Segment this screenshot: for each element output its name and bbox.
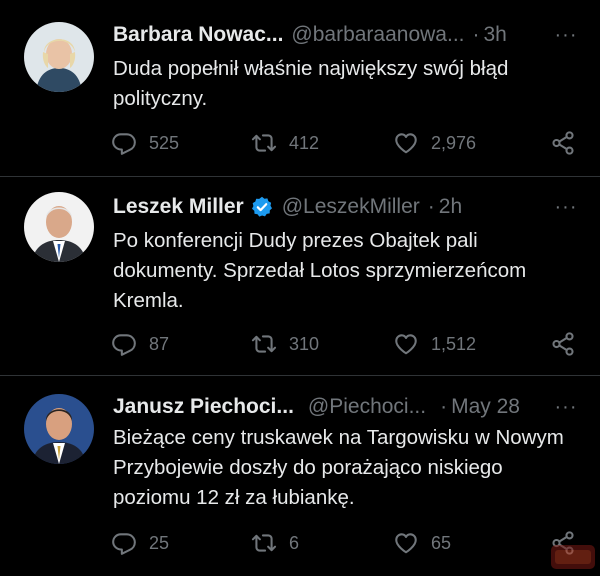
tweet-text: Bieżące ceny truskawek na Targowisku w N… [113, 426, 564, 509]
tweet[interactable]: Leszek Miller @LeszekMiller · 2h ··· Po … [0, 176, 600, 376]
avatar-image [24, 192, 94, 262]
action-bar: 25 6 65 [111, 528, 576, 558]
like-button[interactable]: 65 [393, 528, 451, 558]
author-handle[interactable]: @barbaraanowa... [291, 23, 464, 47]
avatar[interactable] [24, 22, 94, 92]
heart-icon [395, 334, 417, 355]
like-count: 65 [431, 532, 452, 553]
share-icon [552, 332, 574, 356]
separator-dot: · [427, 195, 435, 218]
watermark-logo [551, 545, 595, 569]
more-options-icon[interactable]: ··· [552, 193, 580, 221]
retweet-count: 412 [289, 132, 320, 153]
like-button[interactable]: 1,512 [393, 329, 476, 359]
reply-button[interactable]: 525 [111, 128, 179, 158]
avatar-image [24, 22, 94, 92]
author-name[interactable]: Leszek Miller [113, 195, 244, 219]
avatar-image [24, 394, 94, 464]
like-count: 2,976 [431, 132, 477, 153]
like-count: 1,512 [431, 333, 477, 354]
avatar[interactable] [24, 192, 94, 262]
separator-dot: · [440, 395, 448, 418]
reply-count: 25 [149, 532, 170, 553]
more-options-icon[interactable]: ··· [552, 21, 580, 49]
reply-icon [112, 334, 136, 356]
timestamp[interactable]: 2h [439, 195, 462, 219]
separator-dot: · [472, 23, 480, 46]
author-handle[interactable]: @Piechoci... [308, 395, 426, 419]
author-handle[interactable]: @LeszekMiller [282, 195, 420, 219]
tweet[interactable]: Barbara Nowac... @barbaraanowa... · 3h ·… [0, 0, 600, 176]
heart-icon [395, 533, 417, 554]
tweet-text: Po konferencji Dudy prezes Obajtek pali … [113, 229, 527, 312]
reply-button[interactable]: 87 [111, 329, 169, 359]
reply-icon [112, 133, 136, 155]
timestamp[interactable]: 3h [484, 23, 507, 47]
author-name[interactable]: Barbara Nowac... [113, 23, 283, 47]
action-bar: 87 310 1,512 [111, 329, 576, 359]
timeline: Barbara Nowac... @barbaraanowa... · 3h ·… [0, 0, 600, 576]
action-bar: 525 412 2,976 [111, 128, 576, 158]
reply-count: 525 [149, 132, 180, 153]
author-name[interactable]: Janusz Piechoci... [113, 395, 294, 419]
timestamp[interactable]: May 28 [451, 395, 520, 419]
reply-icon [112, 533, 136, 555]
retweet-icon [251, 335, 277, 353]
tweet-header: Leszek Miller @LeszekMiller · 2h ··· [113, 193, 580, 221]
tweet[interactable]: Janusz Piechoci... @Piechoci... · May 28… [0, 376, 600, 576]
heart-icon [395, 133, 417, 154]
avatar[interactable] [24, 394, 94, 464]
like-button[interactable]: 2,976 [393, 128, 476, 158]
retweet-button[interactable]: 412 [251, 128, 319, 158]
retweet-button[interactable]: 6 [251, 528, 299, 558]
tweet-header: Barbara Nowac... @barbaraanowa... · 3h ·… [113, 21, 580, 49]
retweet-icon [251, 534, 277, 552]
share-button[interactable] [550, 329, 576, 359]
retweet-icon [251, 134, 277, 152]
verified-badge-icon [250, 195, 274, 219]
reply-button[interactable]: 25 [111, 528, 169, 558]
more-options-icon[interactable]: ··· [552, 393, 580, 421]
tweet-text: Duda popełnił właśnie największy swój bł… [113, 57, 509, 110]
share-icon [552, 131, 574, 155]
retweet-count: 310 [289, 333, 320, 354]
retweet-button[interactable]: 310 [251, 329, 319, 359]
retweet-count: 6 [289, 532, 300, 553]
tweet-header: Janusz Piechoci... @Piechoci... · May 28… [113, 393, 580, 421]
share-button[interactable] [550, 128, 576, 158]
reply-count: 87 [149, 333, 170, 354]
